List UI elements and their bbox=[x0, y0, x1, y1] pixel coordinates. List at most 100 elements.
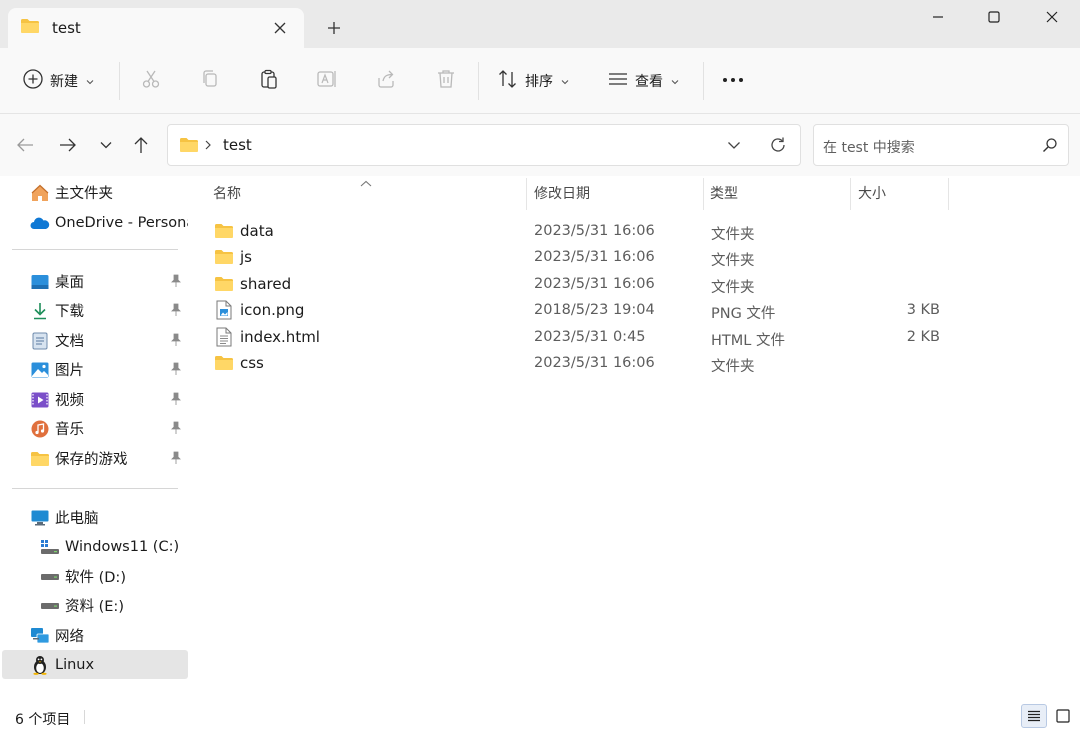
sidebar-item-onedrive[interactable]: OneDrive - Persona bbox=[2, 208, 188, 237]
rename-button[interactable] bbox=[316, 64, 338, 98]
pin-icon[interactable] bbox=[170, 333, 182, 351]
column-header-label: 大小 bbox=[858, 186, 886, 202]
minimize-icon[interactable] bbox=[910, 0, 966, 34]
sidebar-item-label: 下载 bbox=[55, 304, 84, 320]
file-row-index-html[interactable]: index.html 2023/5/31 0:45 HTML 文件 2 KB bbox=[210, 324, 950, 350]
search-icon[interactable] bbox=[1042, 137, 1058, 157]
sidebar-item-label: 保存的游戏 bbox=[55, 452, 128, 468]
pin-icon[interactable] bbox=[170, 392, 182, 410]
cut-icon bbox=[140, 68, 162, 94]
sidebar-item-label: 桌面 bbox=[55, 275, 84, 291]
sidebar-item-drive-d[interactable]: 软件 (D:) bbox=[2, 562, 188, 591]
sidebar-item-downloads[interactable]: 下载 bbox=[2, 296, 188, 325]
file-type: 文件夹 bbox=[711, 227, 755, 243]
sidebar-item-label: 视频 bbox=[55, 393, 84, 409]
breadcrumb[interactable]: test bbox=[223, 136, 252, 154]
refresh-icon[interactable] bbox=[768, 135, 788, 159]
linux-icon bbox=[30, 655, 50, 675]
tab-test[interactable]: test bbox=[8, 8, 304, 48]
file-modified: 2023/5/31 0:45 bbox=[534, 329, 646, 345]
file-list: 名称 修改日期 类型 大小 data 2023/5/31 16:06 文件夹 j… bbox=[190, 176, 1080, 700]
rename-icon bbox=[316, 68, 338, 94]
file-row-css[interactable]: css 2023/5/31 16:06 文件夹 bbox=[210, 350, 950, 376]
paste-icon bbox=[258, 68, 280, 94]
sidebar-item-desktop[interactable]: 桌面 bbox=[2, 267, 188, 296]
this-pc-icon bbox=[30, 508, 50, 528]
maximize-icon[interactable] bbox=[966, 0, 1022, 34]
file-modified: 2018/5/23 19:04 bbox=[534, 302, 655, 318]
videos-icon bbox=[30, 390, 50, 410]
column-header-label: 名称 bbox=[213, 186, 241, 202]
sidebar-item-music[interactable]: 音乐 bbox=[2, 414, 188, 443]
column-header-modified[interactable]: 修改日期 bbox=[534, 176, 702, 210]
column-divider[interactable] bbox=[948, 178, 949, 210]
sort-button[interactable]: 排序 bbox=[497, 64, 569, 98]
sidebar-item-videos[interactable]: 视频 bbox=[2, 385, 188, 414]
recent-locations-icon[interactable] bbox=[93, 132, 119, 158]
pin-icon[interactable] bbox=[170, 274, 182, 292]
up-arrow-icon[interactable] bbox=[128, 132, 154, 158]
sidebar-item-drive-c[interactable]: Windows11 (C:) bbox=[2, 532, 188, 561]
chevron-right-icon[interactable] bbox=[204, 138, 212, 156]
sidebar-item-network[interactable]: 网络 bbox=[2, 621, 188, 650]
sidebar-item-home[interactable]: 主文件夹 bbox=[2, 178, 188, 207]
pin-icon[interactable] bbox=[170, 421, 182, 439]
search-box[interactable]: 在 test 中搜索 bbox=[813, 124, 1069, 166]
sidebar-item-this-pc[interactable]: 此电脑 bbox=[2, 503, 188, 532]
column-header-label: 类型 bbox=[710, 186, 738, 202]
details-view-icon[interactable] bbox=[1021, 704, 1047, 728]
pin-icon[interactable] bbox=[170, 303, 182, 321]
column-header-size[interactable]: 大小 bbox=[858, 176, 946, 210]
sidebar-item-label: 主文件夹 bbox=[55, 186, 113, 202]
pin-icon[interactable] bbox=[170, 451, 182, 469]
delete-icon bbox=[435, 68, 457, 94]
close-window-icon[interactable] bbox=[1024, 0, 1080, 34]
column-header-name[interactable]: 名称 bbox=[213, 176, 523, 210]
column-header-type[interactable]: 类型 bbox=[710, 176, 848, 210]
more-options-button[interactable] bbox=[720, 64, 746, 98]
file-row-shared[interactable]: shared 2023/5/31 16:06 文件夹 bbox=[210, 271, 950, 297]
file-type: PNG 文件 bbox=[711, 306, 776, 322]
tiles-view-icon[interactable] bbox=[1050, 704, 1076, 728]
address-bar[interactable]: test bbox=[167, 124, 801, 166]
file-row-js[interactable]: js 2023/5/31 16:06 文件夹 bbox=[210, 244, 950, 270]
toolbar-divider bbox=[119, 62, 120, 100]
pictures-icon bbox=[30, 360, 50, 380]
copy-button[interactable] bbox=[199, 64, 221, 98]
more-icon bbox=[720, 73, 746, 89]
file-modified: 2023/5/31 16:06 bbox=[534, 355, 655, 371]
view-button[interactable]: 查看 bbox=[607, 64, 679, 98]
pin-icon[interactable] bbox=[170, 362, 182, 380]
sidebar-item-documents[interactable]: 文档 bbox=[2, 326, 188, 355]
file-row-icon-png[interactable]: icon.png 2018/5/23 19:04 PNG 文件 3 KB bbox=[210, 297, 950, 323]
network-icon bbox=[30, 626, 50, 646]
status-divider bbox=[84, 710, 85, 724]
sidebar-item-pictures[interactable]: 图片 bbox=[2, 355, 188, 384]
sidebar-item-drive-e[interactable]: 资料 (E:) bbox=[2, 591, 188, 620]
sidebar-item-linux[interactable]: Linux bbox=[2, 650, 188, 679]
back-arrow-icon[interactable] bbox=[12, 132, 38, 158]
column-divider[interactable] bbox=[850, 178, 851, 210]
file-name: shared bbox=[240, 275, 292, 293]
new-button[interactable]: 新建 bbox=[22, 64, 94, 98]
view-list-icon bbox=[607, 68, 629, 94]
share-button[interactable] bbox=[375, 64, 397, 98]
sidebar-item-saved-games[interactable]: 保存的游戏 bbox=[2, 444, 188, 473]
sidebar-item-label: OneDrive - Persona bbox=[55, 214, 188, 231]
delete-button[interactable] bbox=[435, 64, 457, 98]
close-icon[interactable] bbox=[270, 18, 290, 38]
file-type: 文件夹 bbox=[711, 280, 755, 296]
sidebar-item-label: 音乐 bbox=[55, 422, 84, 438]
forward-arrow-icon[interactable] bbox=[55, 132, 81, 158]
navigation-row: test 在 test 中搜索 bbox=[0, 114, 1080, 176]
chevron-down-icon bbox=[671, 73, 679, 89]
plus-icon[interactable] bbox=[322, 16, 346, 40]
column-divider[interactable] bbox=[526, 178, 527, 210]
cut-button[interactable] bbox=[140, 64, 162, 98]
column-divider[interactable] bbox=[703, 178, 704, 210]
paste-button[interactable] bbox=[258, 64, 280, 98]
file-modified: 2023/5/31 16:06 bbox=[534, 249, 655, 265]
share-icon bbox=[375, 68, 397, 94]
chevron-down-icon[interactable] bbox=[726, 137, 742, 157]
file-row-data[interactable]: data 2023/5/31 16:06 文件夹 bbox=[210, 218, 950, 244]
